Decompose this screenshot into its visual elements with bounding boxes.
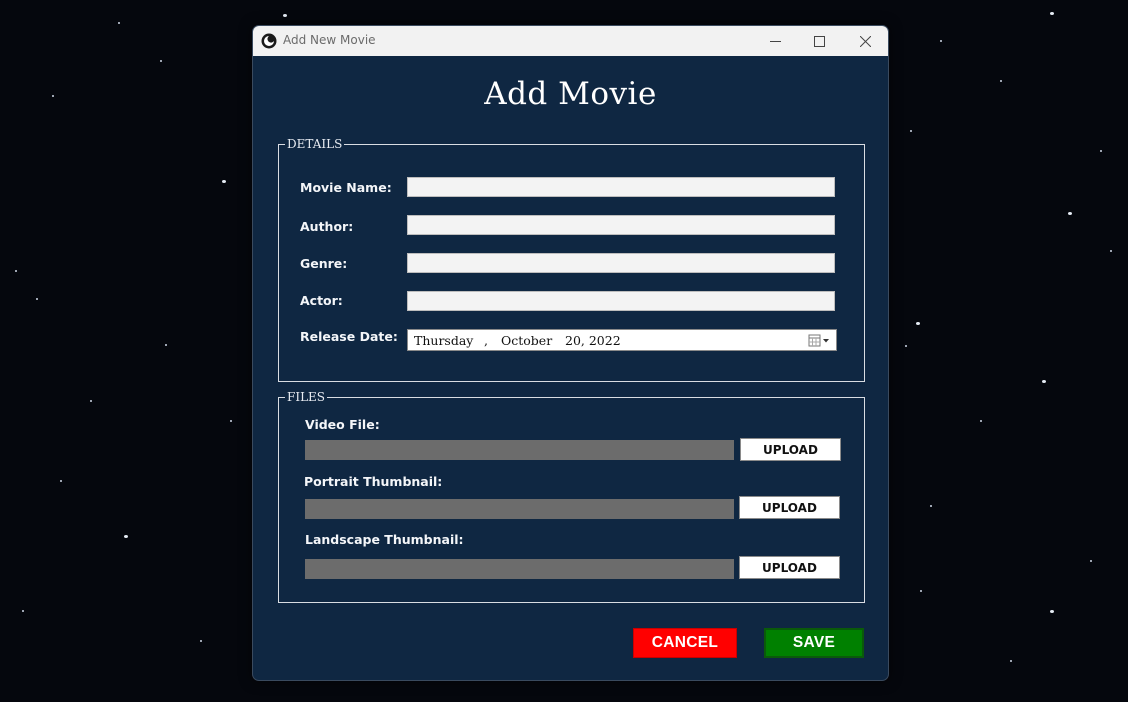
- video-file-path: [305, 440, 734, 460]
- star: [940, 40, 942, 42]
- star: [1100, 150, 1102, 152]
- genre-input[interactable]: [407, 253, 835, 273]
- window-title: Add New Movie: [283, 33, 376, 47]
- files-legend: FILES: [285, 389, 328, 405]
- files-group: FILES Video File: UPLOAD Portrait Thumbn…: [278, 389, 865, 603]
- landscape-upload-button[interactable]: UPLOAD: [739, 556, 840, 579]
- star: [52, 95, 54, 97]
- star: [230, 420, 232, 422]
- star: [15, 270, 17, 272]
- actor-input[interactable]: [407, 291, 835, 311]
- star: [916, 322, 920, 325]
- author-input[interactable]: [407, 215, 835, 235]
- minimize-button[interactable]: [752, 26, 798, 56]
- date-month: October: [501, 333, 553, 348]
- date-day-year: 20, 2022: [565, 333, 621, 348]
- star: [160, 60, 162, 62]
- date-weekday: Thursday: [414, 333, 474, 348]
- star: [1010, 660, 1012, 662]
- movie-name-input[interactable]: [407, 177, 835, 197]
- star: [910, 130, 912, 132]
- release-date-label: Release Date:: [300, 329, 398, 344]
- page-title: Add Movie: [484, 76, 657, 112]
- star: [1042, 380, 1046, 383]
- star: [283, 14, 287, 17]
- close-button[interactable]: [842, 26, 888, 56]
- star: [1110, 250, 1112, 252]
- star: [222, 180, 226, 183]
- star: [930, 505, 932, 507]
- actor-label: Actor:: [300, 293, 343, 308]
- movie-name-label: Movie Name:: [300, 180, 392, 195]
- star: [200, 640, 202, 642]
- maximize-button[interactable]: [796, 26, 842, 56]
- genre-label: Genre:: [300, 256, 348, 271]
- star: [36, 298, 38, 300]
- star: [124, 535, 128, 538]
- star: [22, 610, 24, 612]
- star: [118, 22, 120, 24]
- details-legend: DETAILS: [285, 136, 345, 152]
- star: [980, 420, 982, 422]
- maximize-icon: [813, 35, 825, 47]
- portrait-upload-button[interactable]: UPLOAD: [739, 496, 840, 519]
- video-file-label: Video File:: [305, 417, 380, 432]
- landscape-thumbnail-label: Landscape Thumbnail:: [305, 532, 464, 547]
- star: [905, 345, 907, 347]
- calendar-dropdown-icon[interactable]: [808, 333, 832, 348]
- video-upload-button[interactable]: UPLOAD: [740, 438, 841, 461]
- title-bar[interactable]: Add New Movie: [253, 26, 888, 56]
- star: [1050, 610, 1054, 613]
- author-label: Author:: [300, 219, 354, 234]
- landscape-thumbnail-path: [305, 559, 734, 579]
- portrait-thumbnail-path: [305, 499, 734, 519]
- star: [165, 344, 167, 346]
- close-icon: [859, 35, 871, 47]
- details-group: DETAILS Movie Name: Author: Genre: Actor…: [278, 136, 865, 382]
- date-separator: ,: [484, 333, 488, 348]
- star: [1000, 80, 1002, 82]
- star: [90, 400, 92, 402]
- star: [1090, 560, 1092, 562]
- minimize-icon: [769, 40, 781, 42]
- app-icon: [261, 33, 277, 49]
- cancel-button[interactable]: CANCEL: [633, 628, 737, 658]
- add-movie-window: Add New Movie Add Movie DETAILS Movie Na…: [252, 25, 889, 681]
- save-button[interactable]: SAVE: [764, 628, 864, 658]
- star: [1050, 12, 1054, 15]
- release-date-picker[interactable]: Thursday , October 20, 2022: [407, 329, 837, 351]
- portrait-thumbnail-label: Portrait Thumbnail:: [304, 474, 443, 489]
- star: [60, 480, 62, 482]
- star: [920, 590, 922, 592]
- star: [1068, 212, 1072, 215]
